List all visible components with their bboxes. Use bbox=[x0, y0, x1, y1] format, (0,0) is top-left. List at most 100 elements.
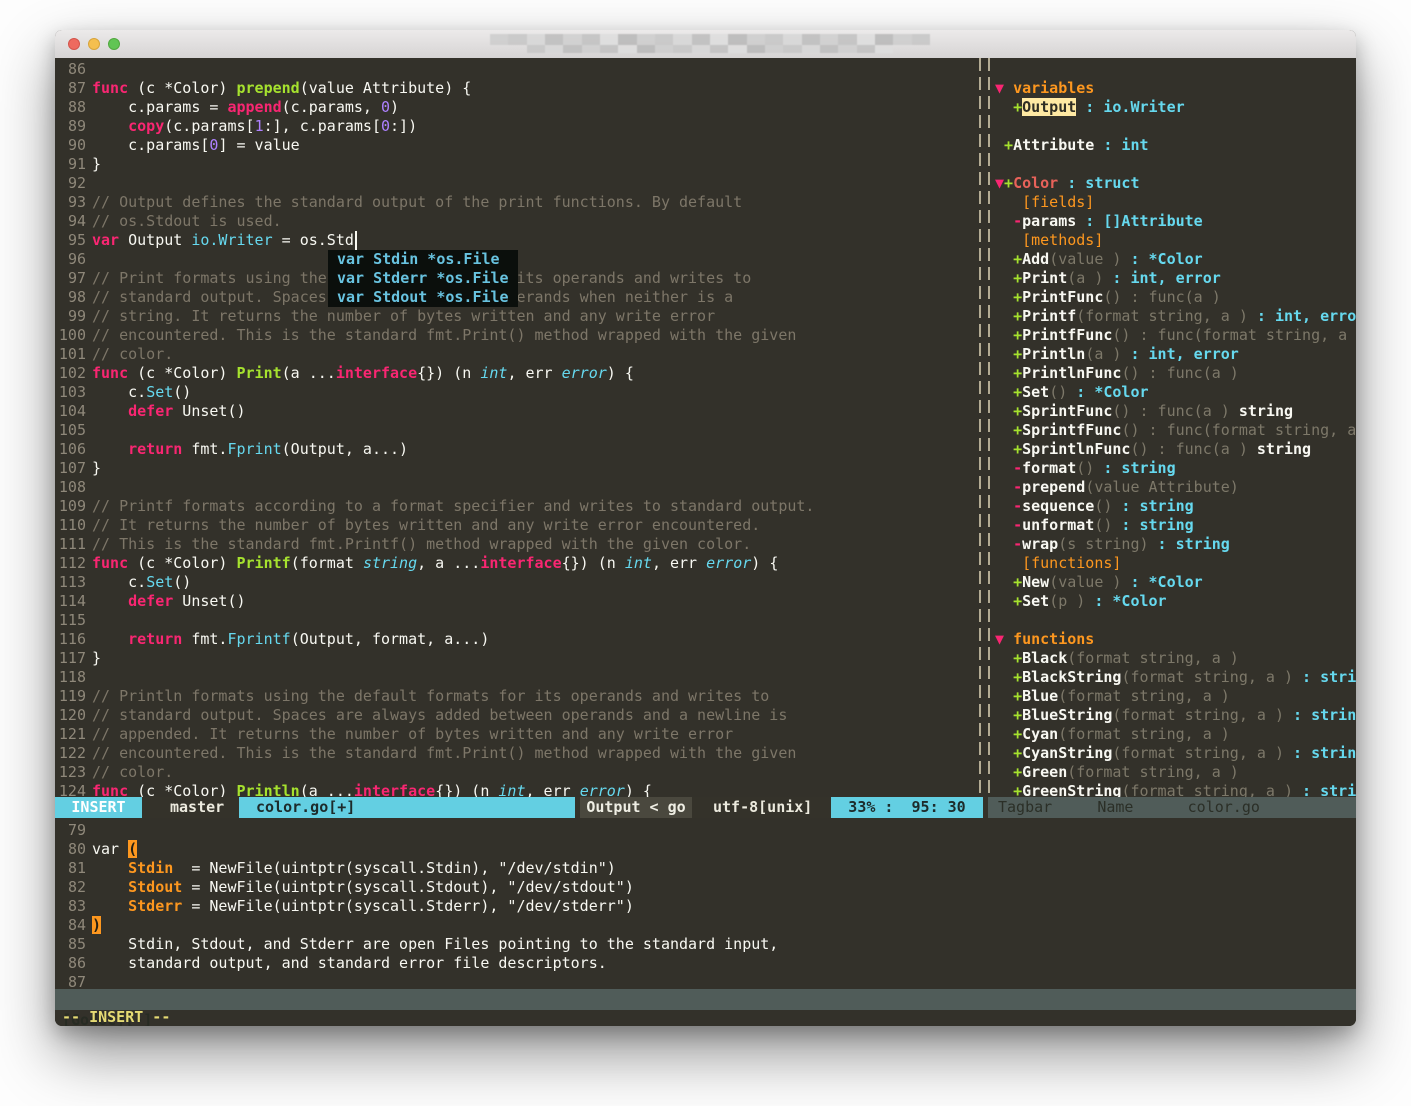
tag-entry[interactable]: +SprintfFunc() : func(format string, a )… bbox=[995, 421, 1356, 440]
code-line[interactable]: 94// os.Stdout is used. bbox=[55, 212, 975, 231]
tag-entry[interactable]: [methods] bbox=[995, 231, 1356, 250]
tag-entry[interactable]: +SprintlnFunc() : func(a ) string bbox=[995, 440, 1356, 459]
godoc-line[interactable]: 82 Stdout = NewFile(uintptr(syscall.Stdo… bbox=[55, 878, 1356, 897]
tag-entry[interactable]: +Printf(format string, a ) : int, error bbox=[995, 307, 1356, 326]
tag-entry[interactable]: +Black(format string, a ) bbox=[995, 649, 1356, 668]
tag-entry[interactable]: -wrap(s string) : string bbox=[995, 535, 1356, 554]
code-line[interactable]: 110// It returns the number of bytes wri… bbox=[55, 516, 975, 535]
line-number: 119 bbox=[55, 687, 86, 706]
line-number: 86 bbox=[55, 60, 86, 79]
godoc-line[interactable]: 84) bbox=[55, 916, 1356, 935]
tag-entry[interactable]: +PrintFunc() : func(a ) bbox=[995, 288, 1356, 307]
code-line[interactable]: 105 bbox=[55, 421, 975, 440]
tag-entry[interactable]: -format() : string bbox=[995, 459, 1356, 478]
tag-entry[interactable]: -prepend(value Attribute) bbox=[995, 478, 1356, 497]
godoc-line[interactable]: 83 Stderr = NewFile(uintptr(syscall.Stde… bbox=[55, 897, 1356, 916]
code-line[interactable]: 103 c.Set() bbox=[55, 383, 975, 402]
tag-entry[interactable]: ▼+Color : struct bbox=[995, 174, 1356, 193]
line-number: 81 bbox=[55, 859, 86, 878]
vertical-split-separator[interactable] bbox=[975, 58, 995, 797]
tag-entry[interactable]: -unformat() : string bbox=[995, 516, 1356, 535]
command-line-mode: -- INSERT -- bbox=[62, 1010, 170, 1025]
code-buffer[interactable]: 8687func (c *Color) prepend(value Attrib… bbox=[55, 58, 975, 799]
tag-entry[interactable]: +BlackString(format string, a ) : string bbox=[995, 668, 1356, 687]
code-line[interactable]: 100// encountered. This is the standard … bbox=[55, 326, 975, 345]
code-line[interactable]: 121// appended. It returns the number of… bbox=[55, 725, 975, 744]
tag-entry[interactable]: +PrintfFunc() : func(format string, a ) … bbox=[995, 326, 1356, 345]
tag-entry[interactable]: +Add(value ) : *Color bbox=[995, 250, 1356, 269]
tag-entry[interactable]: +SprintFunc() : func(a ) string bbox=[995, 402, 1356, 421]
code-line[interactable]: 123// color. bbox=[55, 763, 975, 782]
code-line[interactable]: 112func (c *Color) Printf(format string,… bbox=[55, 554, 975, 573]
tag-entry[interactable]: [functions] bbox=[995, 554, 1356, 573]
code-line[interactable]: 111// This is the standard fmt.Printf() … bbox=[55, 535, 975, 554]
code-line[interactable]: 114 defer Unset() bbox=[55, 592, 975, 611]
code-line[interactable]: 122// encountered. This is the standard … bbox=[55, 744, 975, 763]
godoc-line[interactable]: 80var ( bbox=[55, 840, 1356, 859]
completion-item[interactable]: var Stderr *os.File bbox=[337, 269, 509, 288]
code-line[interactable]: 89 copy(c.params[1:], c.params[0:]) bbox=[55, 117, 975, 136]
git-branch: master bbox=[170, 797, 224, 818]
window-title-redacted bbox=[490, 34, 930, 54]
zoom-button[interactable] bbox=[108, 38, 120, 50]
minimize-button[interactable] bbox=[88, 38, 100, 50]
tagbar-panel[interactable]: ▼ variables +Output : io.Writer +Attribu… bbox=[995, 58, 1356, 799]
line-number: 90 bbox=[55, 136, 86, 155]
code-line[interactable]: 107} bbox=[55, 459, 975, 478]
godoc-line[interactable]: 86 standard output, and standard error f… bbox=[55, 954, 1356, 973]
completion-item[interactable]: var Stdout *os.File bbox=[337, 288, 509, 307]
title-bar[interactable] bbox=[55, 30, 1356, 59]
code-line[interactable]: 116 return fmt.Fprintf(Output, format, a… bbox=[55, 630, 975, 649]
tag-entry[interactable]: +New(value ) : *Color bbox=[995, 573, 1356, 592]
tag-entry[interactable]: +Set() : *Color bbox=[995, 383, 1356, 402]
close-button[interactable] bbox=[68, 38, 80, 50]
tag-entry[interactable]: +Green(format string, a ) bbox=[995, 763, 1356, 782]
tag-entry[interactable]: +BlueString(format string, a ) : string bbox=[995, 706, 1356, 725]
godoc-preview-buffer[interactable]: 7980var (81 Stdin = NewFile(uintptr(sysc… bbox=[55, 818, 1356, 992]
tag-entry[interactable]: +Blue(format string, a ) bbox=[995, 687, 1356, 706]
code-line[interactable]: 117} bbox=[55, 649, 975, 668]
tag-entry[interactable]: +CyanString(format string, a ) : string bbox=[995, 744, 1356, 763]
line-number: 116 bbox=[55, 630, 86, 649]
tag-entry[interactable]: [fields] bbox=[995, 193, 1356, 212]
tag-entry[interactable]: +Print(a ) : int, error bbox=[995, 269, 1356, 288]
code-line[interactable]: 106 return fmt.Fprint(Output, a...) bbox=[55, 440, 975, 459]
code-line[interactable]: 99// string. It returns the number of by… bbox=[55, 307, 975, 326]
tag-entry[interactable]: ▼ functions bbox=[995, 630, 1356, 649]
tag-entry[interactable]: +Attribute : int bbox=[995, 136, 1356, 155]
code-line[interactable]: 109// Printf formats according to a form… bbox=[55, 497, 975, 516]
line-number: 100 bbox=[55, 326, 86, 345]
tag-entry[interactable]: +Cyan(format string, a ) bbox=[995, 725, 1356, 744]
code-line[interactable]: 113 c.Set() bbox=[55, 573, 975, 592]
tag-entry[interactable]: ▼ variables bbox=[995, 79, 1356, 98]
tag-entry[interactable]: +Set(p ) : *Color bbox=[995, 592, 1356, 611]
code-line[interactable]: 120// standard output. Spaces are always… bbox=[55, 706, 975, 725]
code-line[interactable]: 86 bbox=[55, 60, 975, 79]
godoc-line[interactable]: 85 Stdin, Stdout, and Stderr are open Fi… bbox=[55, 935, 1356, 954]
code-line[interactable]: 119// Println formats using the default … bbox=[55, 687, 975, 706]
code-line[interactable]: 95var Output io.Writer = os.Std bbox=[55, 231, 975, 250]
tag-entry[interactable]: -sequence() : string bbox=[995, 497, 1356, 516]
code-line[interactable]: 91} bbox=[55, 155, 975, 174]
line-number: 97 bbox=[55, 269, 86, 288]
tag-entry[interactable]: +PrintlnFunc() : func(a ) bbox=[995, 364, 1356, 383]
line-number: 122 bbox=[55, 744, 86, 763]
godoc-line[interactable]: 81 Stdin = NewFile(uintptr(syscall.Stdin… bbox=[55, 859, 1356, 878]
code-line[interactable]: 102func (c *Color) Print(a ...interface{… bbox=[55, 364, 975, 383]
godoc-line[interactable]: 79 bbox=[55, 821, 1356, 840]
code-line[interactable]: 104 defer Unset() bbox=[55, 402, 975, 421]
code-line[interactable]: 115 bbox=[55, 611, 975, 630]
code-line[interactable]: 92 bbox=[55, 174, 975, 193]
line-number: 113 bbox=[55, 573, 86, 592]
code-line[interactable]: 118 bbox=[55, 668, 975, 687]
completion-item[interactable]: var Stdin *os.File bbox=[337, 250, 509, 269]
tag-entry[interactable]: -params : []Attribute bbox=[995, 212, 1356, 231]
code-line[interactable]: 87func (c *Color) prepend(value Attribut… bbox=[55, 79, 975, 98]
code-line[interactable]: 101// color. bbox=[55, 345, 975, 364]
code-line[interactable]: 88 c.params = append(c.params, 0) bbox=[55, 98, 975, 117]
code-line[interactable]: 108 bbox=[55, 478, 975, 497]
tag-entry[interactable]: +Output : io.Writer bbox=[995, 98, 1356, 117]
code-line[interactable]: 93// Output defines the standard output … bbox=[55, 193, 975, 212]
tag-entry[interactable]: +Println(a ) : int, error bbox=[995, 345, 1356, 364]
code-line[interactable]: 90 c.params[0] = value bbox=[55, 136, 975, 155]
